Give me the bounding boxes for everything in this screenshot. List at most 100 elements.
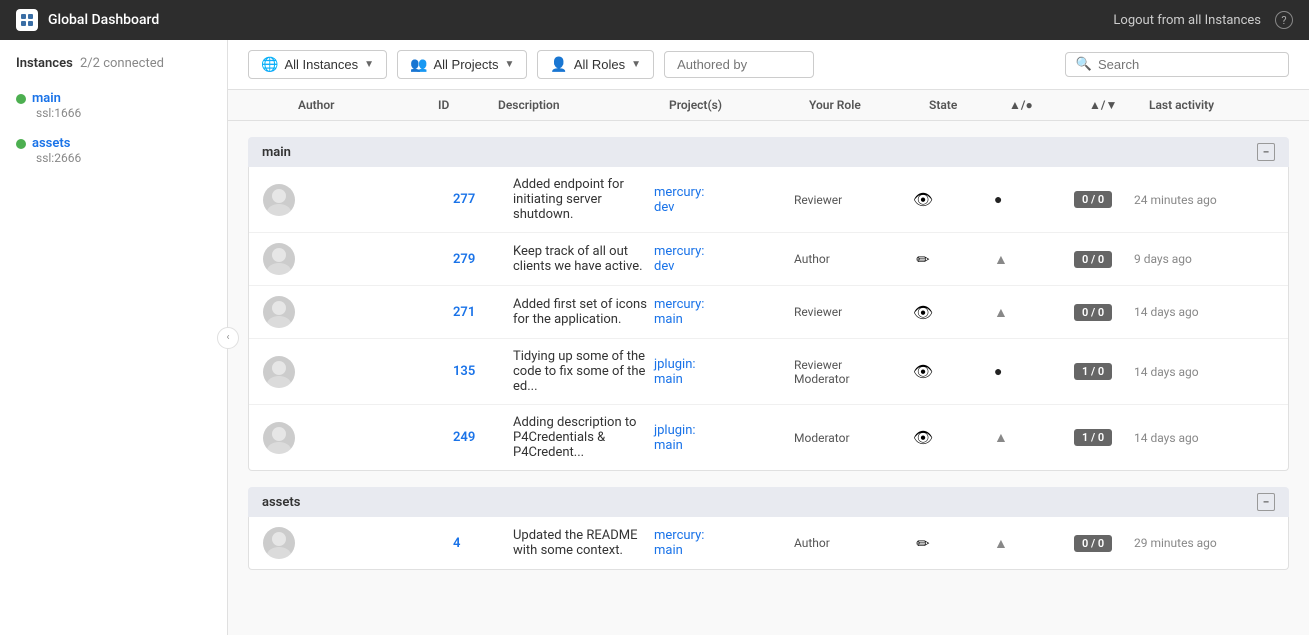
chevron-down-icon: ▼	[364, 59, 374, 70]
vote-badge: 1 / 0	[1074, 363, 1134, 380]
group-name: assets	[262, 495, 300, 510]
instance-name-assets: assets	[16, 136, 211, 151]
table-row: 249 Adding description to P4Credentials …	[249, 405, 1288, 470]
group-body-main: 277 Added endpoint for initiating server…	[248, 167, 1289, 471]
vote-badge: 0 / 0	[1074, 304, 1134, 321]
mr-project[interactable]: jplugin:main	[654, 423, 794, 453]
col-role: Your Role	[809, 98, 929, 112]
mr-project[interactable]: mercury:dev	[654, 185, 794, 215]
sidebar-item-main[interactable]: main ssl:1666	[0, 83, 227, 128]
search-input[interactable]	[1098, 57, 1278, 72]
last-activity: 9 days ago	[1134, 252, 1274, 266]
authored-by-input[interactable]	[664, 51, 814, 78]
col-state: State	[929, 98, 1009, 112]
sidebar-title: Instances 2/2 connected	[0, 56, 227, 83]
help-icon[interactable]: ?	[1275, 11, 1293, 29]
all-roles-label: All Roles	[574, 57, 625, 72]
group-name: main	[262, 145, 291, 160]
avatar	[263, 296, 295, 328]
mr-role: Author	[794, 536, 914, 550]
vote-badge: 0 / 0	[1074, 535, 1134, 552]
logout-link[interactable]: Logout from all Instances	[1113, 13, 1261, 28]
mr-project[interactable]: mercury:main	[654, 528, 794, 558]
avatar	[263, 243, 295, 275]
sidebar: Instances 2/2 connected main ssl:1666 as…	[0, 40, 228, 635]
top-nav: Global Dashboard Logout from all Instanc…	[0, 0, 1309, 40]
roles-icon: 👤	[550, 56, 567, 73]
vote-badge: 1 / 0	[1074, 429, 1134, 446]
avatar	[263, 184, 295, 216]
sidebar-item-assets[interactable]: assets ssl:2666	[0, 128, 227, 173]
group-collapse-button[interactable]: −	[1257, 493, 1275, 511]
group-section-assets: assets − 4 Updated the README with some …	[248, 487, 1289, 570]
all-instances-dropdown[interactable]: 🌐 All Instances ▼	[248, 50, 387, 79]
mr-project[interactable]: mercury:main	[654, 297, 794, 327]
chevron-down-icon-3: ▼	[631, 59, 641, 70]
mr-id[interactable]: 135	[453, 364, 513, 379]
state-icon: 👁	[914, 303, 932, 321]
mr-id[interactable]: 271	[453, 305, 513, 320]
all-instances-label: All Instances	[284, 57, 358, 72]
col-flag1: ▲/●	[1009, 98, 1089, 112]
sidebar-collapse-button[interactable]: ‹	[217, 327, 239, 349]
state-icon: ✏	[914, 534, 932, 552]
instance-name-main: main	[16, 91, 211, 106]
mr-description: Keep track of all out clients we have ac…	[513, 244, 654, 274]
last-activity: 14 days ago	[1134, 431, 1274, 445]
group-header-assets: assets −	[248, 487, 1289, 517]
state-icon: 👁	[914, 363, 932, 381]
group-body-assets: 4 Updated the README with some context. …	[248, 517, 1289, 570]
avatar	[263, 527, 295, 559]
avatar	[263, 356, 295, 388]
nav-left: Global Dashboard	[16, 9, 159, 31]
chevron-down-icon-2: ▼	[505, 59, 515, 70]
flag-icon: ▲	[994, 535, 1074, 552]
flag-icon: ▲	[994, 304, 1074, 321]
mr-id[interactable]: 249	[453, 430, 513, 445]
globe-icon: 🌐	[261, 56, 278, 73]
mr-role: Reviewer	[794, 305, 914, 319]
table-row: 277 Added endpoint for initiating server…	[249, 167, 1288, 233]
main-content: 🌐 All Instances ▼ 👥 All Projects ▼ 👤 All…	[228, 40, 1309, 635]
vote-badge: 0 / 0	[1074, 251, 1134, 268]
group-collapse-button[interactable]: −	[1257, 143, 1275, 161]
group-section-main: main − 277 Added endpoint for initiating…	[248, 137, 1289, 471]
nav-right: Logout from all Instances ?	[1113, 11, 1293, 29]
all-projects-label: All Projects	[433, 57, 498, 72]
state-icon: ✏	[914, 250, 932, 268]
status-dot-assets	[16, 139, 26, 149]
state-icon: 👁	[914, 429, 932, 447]
mr-role: Moderator	[794, 431, 914, 445]
all-projects-dropdown[interactable]: 👥 All Projects ▼	[397, 50, 527, 79]
mr-id[interactable]: 279	[453, 252, 513, 267]
mr-project[interactable]: mercury:dev	[654, 244, 794, 274]
search-box: 🔍	[1065, 52, 1289, 77]
mr-role: Reviewer Moderator	[794, 358, 914, 386]
table-row: 279 Keep track of all out clients we hav…	[249, 233, 1288, 286]
mr-description: Added endpoint for initiating server shu…	[513, 177, 654, 222]
flag-icon: ▲	[994, 251, 1074, 268]
groups-container: main − 277 Added endpoint for initiating…	[228, 137, 1309, 570]
col-id: ID	[438, 98, 498, 112]
mr-id[interactable]: 277	[453, 192, 513, 207]
mr-project[interactable]: jplugin:main	[654, 357, 794, 387]
projects-icon: 👥	[410, 56, 427, 73]
last-activity: 14 days ago	[1134, 365, 1274, 379]
last-activity: 24 minutes ago	[1134, 193, 1274, 207]
state-icon: 👁	[914, 191, 932, 209]
col-description: Description	[498, 98, 669, 112]
col-author: Author	[298, 98, 438, 112]
instance-url-main: ssl:1666	[36, 106, 211, 120]
table-row: 4 Updated the README with some context. …	[249, 517, 1288, 569]
mr-description: Tidying up some of the code to fix some …	[513, 349, 654, 394]
connected-count: 2/2 connected	[80, 56, 164, 71]
mr-description: Added first set of icons for the applica…	[513, 297, 654, 327]
mr-description: Updated the README with some context.	[513, 528, 654, 558]
mr-role: Author	[794, 252, 914, 266]
mr-role: Reviewer	[794, 193, 914, 207]
all-roles-dropdown[interactable]: 👤 All Roles ▼	[537, 50, 654, 79]
status-dot-main	[16, 94, 26, 104]
instance-url-assets: ssl:2666	[36, 151, 211, 165]
mr-id[interactable]: 4	[453, 536, 513, 551]
app-logo	[16, 9, 38, 31]
